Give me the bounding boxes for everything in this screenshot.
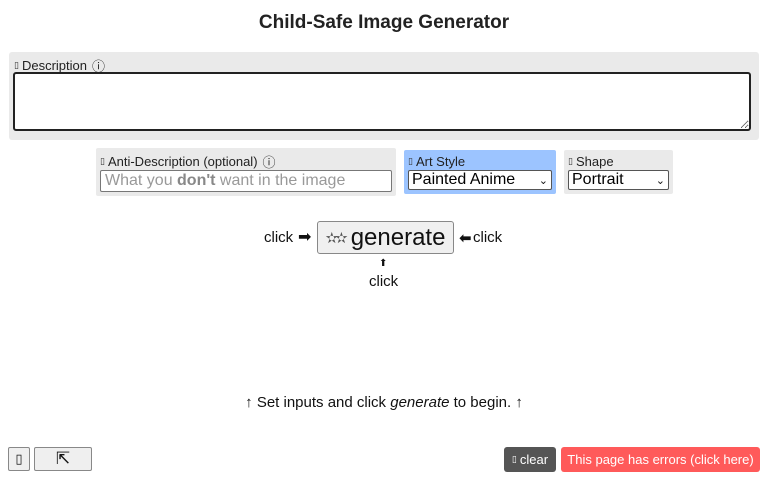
arrow-up-icon: ⬆ — [379, 258, 388, 269]
page: Child-Safe Image Generator ▯ Description… — [0, 0, 768, 480]
art-style-label: Art Style — [415, 154, 466, 169]
anti-description-placeholder-post: want in the image — [215, 172, 346, 189]
description-textarea[interactable] — [13, 72, 751, 131]
shape-label: Shape — [575, 154, 614, 169]
anti-description-input[interactable]: What you don't want in the image — [100, 170, 392, 192]
start-hint: ↑ Set inputs and click generate to begin… — [0, 394, 768, 411]
art-style-selected: Painted Anime — [412, 171, 516, 188]
errors-button-label: This page has errors (click here) — [567, 452, 754, 467]
shape-selected: Portrait — [572, 171, 624, 188]
generate-button-label: generate — [350, 223, 446, 251]
expand-icon: ⇱ — [55, 449, 71, 468]
description-label: Description — [21, 58, 87, 73]
page-title: Child-Safe Image Generator — [258, 12, 510, 33]
shape-label-row: ▯ Shape — [568, 154, 614, 169]
generate-button[interactable]: ✫✫ generate — [317, 221, 454, 254]
hint-emphasis: generate — [390, 394, 450, 411]
hint-prefix: ↑ Set inputs and click — [245, 394, 391, 411]
shape-panel: ▯ Shape Portrait ⌄ — [564, 150, 673, 194]
sparkle-icon: ✫✫ — [325, 229, 348, 247]
label-glyph-icon: ▯ — [568, 156, 573, 166]
label-glyph-icon: ▯ — [408, 156, 413, 166]
description-panel: ▯ Description ⓘ — [9, 52, 759, 140]
label-glyph-icon: ▯ — [100, 156, 105, 166]
click-hint-below: click — [369, 273, 399, 290]
anti-description-placeholder-pre: What you — [105, 172, 178, 189]
click-hint-left: click — [264, 229, 294, 246]
generate-row: click ➡ ✫✫ generate ⬅ click — [0, 220, 768, 256]
info-icon[interactable]: ⓘ — [263, 152, 276, 171]
anti-description-placeholder-bold: don't — [177, 172, 216, 189]
art-style-select[interactable]: Painted Anime ⌄ — [408, 170, 552, 190]
shape-select[interactable]: Portrait ⌄ — [568, 170, 669, 190]
chevron-down-icon: ⌄ — [538, 175, 548, 187]
clear-button-label: clear — [519, 452, 549, 467]
clear-button[interactable]: ▯ clear — [504, 447, 556, 472]
trash-icon: ▯ — [511, 454, 517, 464]
box-icon: ▯ — [15, 451, 23, 466]
anti-description-label: Anti-Description (optional) — [107, 154, 258, 169]
anti-description-panel: ▯ Anti-Description (optional) ⓘ What you… — [96, 148, 396, 196]
art-style-label-row: ▯ Art Style — [408, 154, 465, 169]
chevron-down-icon: ⌄ — [655, 175, 665, 187]
anti-description-label-row: ▯ Anti-Description (optional) ⓘ — [100, 152, 276, 171]
arrow-left-icon: ⬅ — [459, 230, 472, 247]
label-glyph-icon: ▯ — [14, 60, 19, 70]
expand-button[interactable]: ⇱ — [34, 447, 92, 471]
arrow-right-icon: ➡ — [298, 229, 312, 246]
art-style-panel: ▯ Art Style Painted Anime ⌄ — [404, 150, 556, 194]
click-hint-right: click — [473, 229, 503, 246]
toggle-button[interactable]: ▯ — [8, 447, 30, 471]
hint-suffix: to begin. ↑ — [449, 394, 523, 411]
errors-button[interactable]: This page has errors (click here) — [561, 447, 760, 472]
